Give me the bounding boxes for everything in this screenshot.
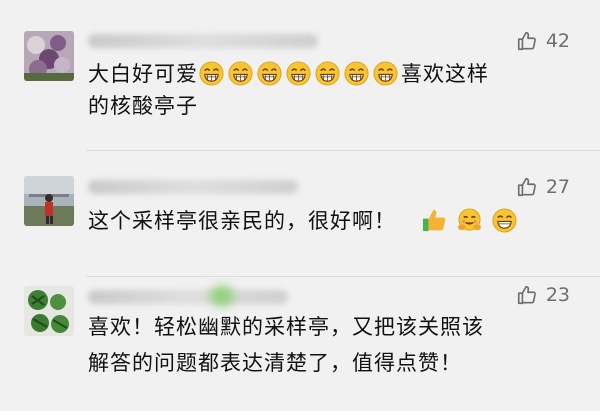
grinning-face-icon <box>315 61 340 86</box>
comment-line-1: 大白好可爱 喜欢这样 <box>88 61 489 86</box>
grinning-face-icon <box>344 61 369 86</box>
comment-2: 27 这个采样亭很亲民的，很好啊！ <box>0 150 600 276</box>
comment-text: 这个采样亭很亲民的，很好啊！ <box>88 205 580 237</box>
thumbs-up-icon <box>517 31 536 51</box>
username-blurred[interactable] <box>88 34 318 48</box>
grinning-face-icon <box>257 61 282 86</box>
comment-line-2: 解答的问题都表达清楚了，值得点赞！ <box>88 351 462 375</box>
thumbs-up-icon <box>517 285 536 305</box>
like-count: 23 <box>545 284 570 306</box>
grinning-face-icon <box>199 61 224 86</box>
username-blurred[interactable] <box>88 180 298 194</box>
comment-3: 23 喜欢！轻松幽默的采样亭，又把该关照该 解答的问题都表达清楚了，值得点赞！ <box>0 276 600 411</box>
like-count: 42 <box>545 30 570 52</box>
comment-line-2: 的核酸亭子 <box>88 94 198 118</box>
avatar[interactable] <box>24 286 74 336</box>
thumbs-up-icon <box>517 177 536 197</box>
thumbs-up-icon <box>423 209 446 232</box>
comment-text: 大白好可爱 喜欢这样 的核酸亭子 <box>88 58 580 122</box>
hugging-face-icon <box>457 208 482 231</box>
like-count: 27 <box>545 176 570 198</box>
avatar[interactable] <box>24 176 74 226</box>
grinning-face-icon <box>228 61 253 86</box>
comment-line-1: 喜欢！轻松幽默的采样亭，又把该关照该 <box>88 315 484 339</box>
blur-spot <box>210 286 234 306</box>
like-button[interactable]: 23 <box>516 284 570 306</box>
like-button[interactable]: 42 <box>516 30 570 52</box>
avatar[interactable] <box>24 31 74 81</box>
comment-text: 喜欢！轻松幽默的采样亭，又把该关照该 解答的问题都表达清楚了，值得点赞！ <box>88 311 580 379</box>
grinning-face-icon <box>373 61 398 86</box>
grinning-face-icon <box>286 61 311 86</box>
grinning-face-icon <box>492 208 517 233</box>
username-blurred[interactable] <box>88 290 288 304</box>
comment-1: 42 大白好可爱 喜欢这样 的核酸亭子 <box>0 0 600 150</box>
like-button[interactable]: 27 <box>516 176 570 198</box>
